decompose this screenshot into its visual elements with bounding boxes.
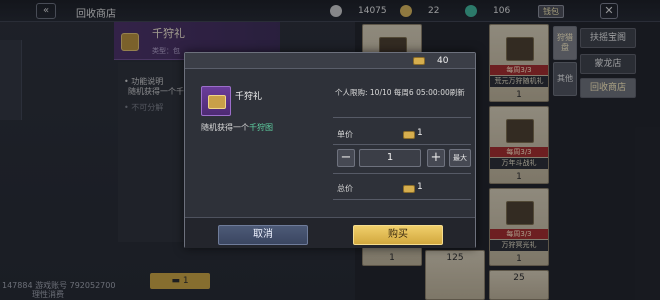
gold-ingot-icon [403,185,415,193]
item-desc-prefix: 随机获得一个 [201,123,249,132]
gold-ingot-icon [403,131,415,139]
divider [333,199,471,200]
divider [333,144,471,145]
item-slot [201,86,231,116]
quantity-increase-button[interactable]: + [427,149,445,167]
divider [333,117,471,118]
cancel-button[interactable]: 取消 [218,225,308,245]
total-price-value: 1 [417,182,423,192]
divider [333,173,471,174]
quantity-decrease-button[interactable]: − [337,149,355,167]
unit-price-value: 1 [417,128,423,138]
total-price-label: 总价 [337,184,353,193]
gold-ingot-icon [413,57,425,65]
dialog-top-bar [185,53,475,69]
unit-price-label: 单价 [337,130,353,139]
max-quantity-button[interactable]: 最大 [449,149,471,167]
plus-icon: + [430,150,442,165]
buy-button[interactable]: 购买 [353,225,443,245]
quantity-field[interactable]: 1 [359,149,421,167]
item-desc-highlight: 千狩图 [249,123,273,132]
purchase-limit: 个人限购: 10/10 每周6 05:00:00刷新 [335,88,465,97]
coin-balance: 40 [437,56,449,66]
gift-box-icon [208,95,226,109]
item-name: 千狩礼 [235,92,263,102]
purchase-dialog: 40 千狩礼 随机获得一个千狩图 个人限购: 10/10 每周6 05:00:0… [184,52,476,248]
item-description: 随机获得一个千狩图 [201,122,273,133]
minus-icon: − [340,150,352,165]
